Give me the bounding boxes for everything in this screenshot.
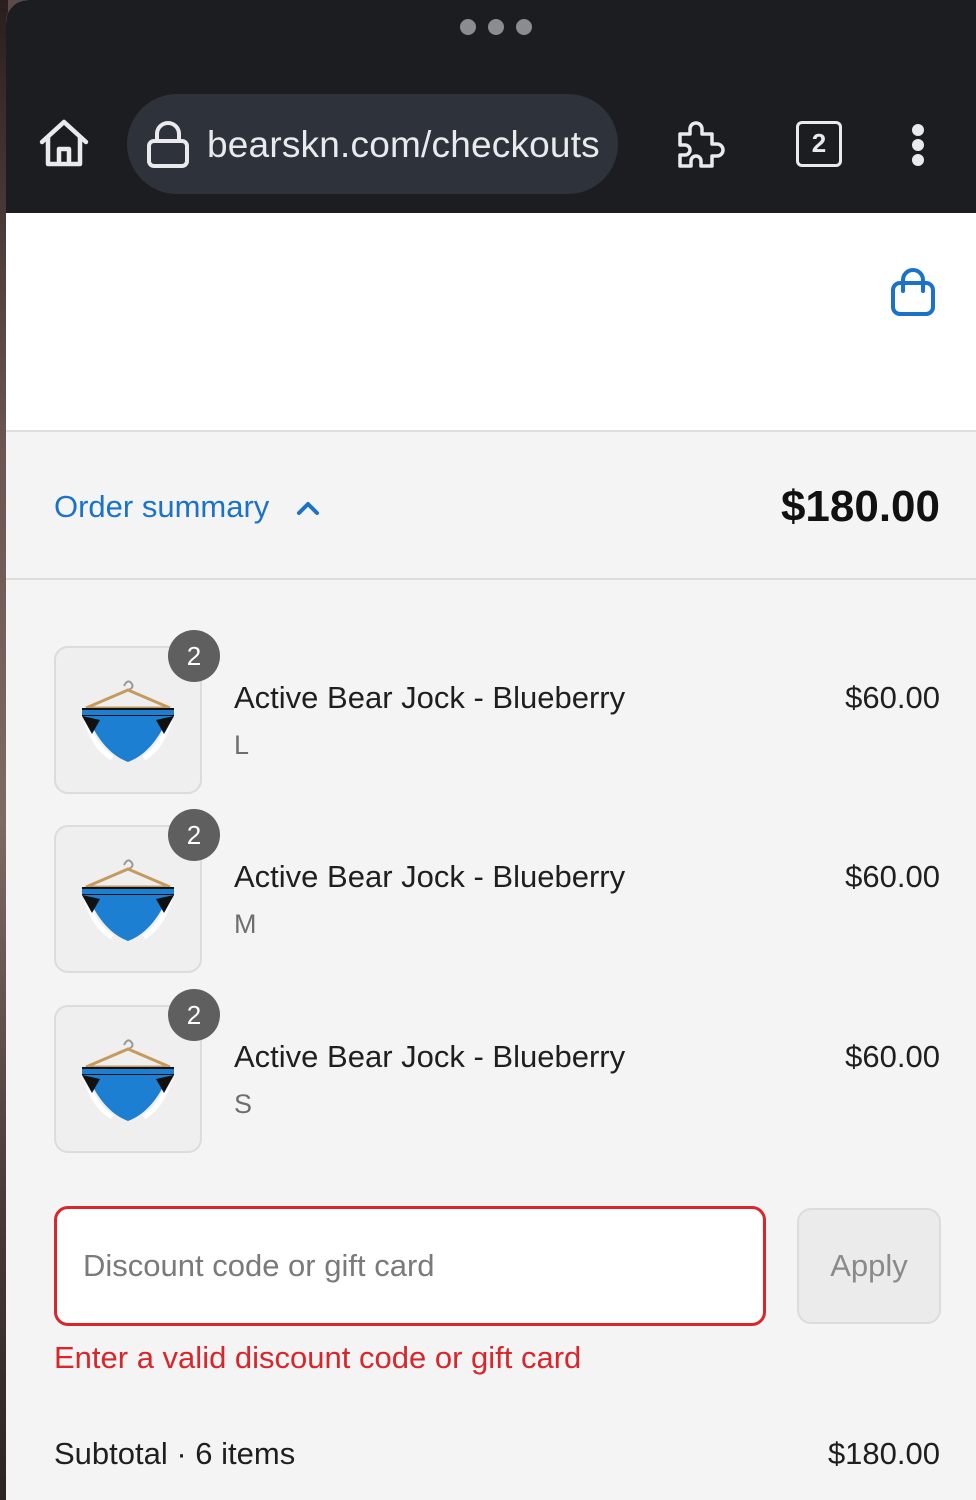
quantity-badge: 2 (168, 630, 220, 682)
line-item: 2 Active Bear Jock - Blueberry M $60.00 (6, 809, 976, 975)
puzzle-icon (678, 121, 725, 168)
quantity-badge: 2 (168, 989, 220, 1041)
subtotal-label: Subtotal · 6 items (54, 1436, 296, 1471)
home-button[interactable] (36, 116, 96, 174)
item-variant: L (234, 730, 250, 760)
url-text[interactable]: bearskn.com/checkouts (207, 124, 600, 166)
order-summary-label[interactable]: Order summary (54, 489, 269, 525)
drag-handle-icon[interactable] (460, 19, 532, 35)
subtotal-value: $180.00 (827, 1436, 940, 1471)
line-item: 2 Active Bear Jock - Blueberry L $60.00 (6, 630, 976, 796)
item-price: $60.00 (845, 1039, 940, 1074)
product-image (82, 680, 174, 762)
more-menu-button[interactable] (904, 122, 932, 168)
item-price: $60.00 (845, 859, 940, 894)
extensions-button[interactable] (672, 118, 726, 172)
discount-code-input[interactable] (54, 1206, 766, 1326)
apply-discount-button[interactable]: Apply (797, 1208, 941, 1324)
discount-error-message: Enter a valid discount code or gift card (54, 1340, 582, 1375)
item-name: Active Bear Jock - Blueberry (234, 859, 626, 894)
product-image (82, 1039, 174, 1121)
line-item: 2 Active Bear Jock - Blueberry S $60.00 (6, 989, 976, 1155)
item-variant: S (234, 1089, 253, 1119)
product-thumbnail: 2 (54, 809, 220, 973)
cart-button[interactable] (890, 267, 936, 317)
item-price: $60.00 (845, 680, 940, 715)
product-image (82, 859, 174, 941)
item-variant: M (234, 909, 257, 939)
item-name: Active Bear Jock - Blueberry (234, 680, 626, 715)
quantity-badge: 2 (168, 809, 220, 861)
order-summary-toggle[interactable]: Order summary $180.00 (6, 434, 976, 580)
shopping-bag-icon (891, 268, 935, 316)
lock-icon[interactable] (146, 121, 190, 169)
home-icon (39, 119, 89, 167)
chevron-up-icon[interactable] (296, 500, 320, 516)
address-bar[interactable]: bearskn.com/checkouts (127, 94, 618, 194)
product-thumbnail: 2 (54, 630, 220, 794)
item-name: Active Bear Jock - Blueberry (234, 1039, 626, 1074)
store-header (6, 213, 976, 432)
browser-toolbar: bearskn.com/checkouts 2 (6, 0, 976, 213)
product-thumbnail: 2 (54, 989, 220, 1153)
tab-switcher-button[interactable]: 2 (796, 121, 842, 167)
phone-screen: bearskn.com/checkouts 2 Order summary $1… (6, 0, 976, 1500)
order-total: $180.00 (780, 482, 940, 531)
